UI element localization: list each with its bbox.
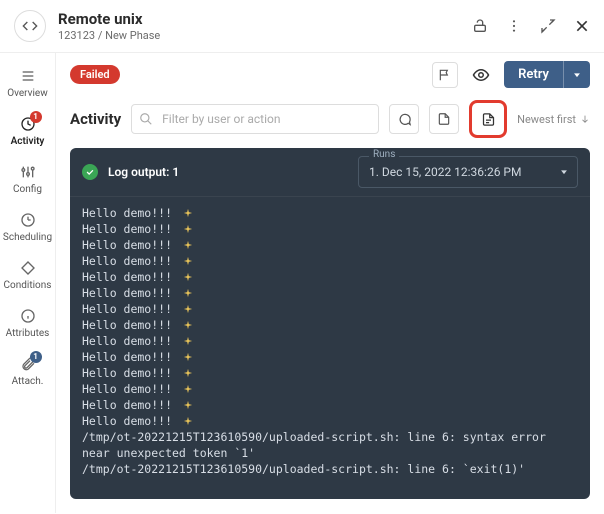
sidebar: Overview 1 Activity Config Scheduling Co…: [0, 53, 56, 513]
sidebar-label-scheduling: Scheduling: [3, 232, 52, 243]
chevron-down-icon: [559, 167, 569, 177]
retry-dropdown-button[interactable]: [563, 61, 590, 88]
sidebar-label-activity: Activity: [11, 136, 45, 147]
log-output-body[interactable]: Hello demo!!! Hello demo!!! Hello demo!!…: [70, 197, 590, 499]
close-icon[interactable]: [574, 18, 590, 34]
more-menu-icon[interactable]: [506, 18, 522, 34]
sort-label: Newest first: [517, 113, 576, 126]
header-bar: Remote unix 123123 / New Phase: [0, 0, 604, 53]
activity-badge: 1: [30, 111, 42, 123]
runs-selected-value: 1. Dec 15, 2022 12:36:26 PM: [369, 165, 521, 179]
config-icon: [19, 163, 37, 181]
sidebar-label-conditions: Conditions: [4, 280, 52, 291]
sidebar-item-overview[interactable]: Overview: [0, 59, 56, 107]
expand-icon[interactable]: [540, 18, 556, 34]
activity-filter-input[interactable]: [131, 104, 379, 134]
attach-badge: 1: [30, 351, 42, 363]
main-panel: Failed Retry Activity: [56, 53, 604, 513]
sidebar-label-overview: Overview: [7, 88, 48, 99]
filter-files-button[interactable]: [429, 104, 459, 134]
arrow-down-icon: [580, 113, 590, 125]
breadcrumb-id: 123123: [58, 29, 95, 42]
header-titles: Remote unix 123123 / New Phase: [58, 10, 460, 42]
log-output-label: Log output: 1: [108, 165, 179, 179]
status-badge-failed: Failed: [70, 65, 120, 84]
sidebar-item-conditions[interactable]: Conditions: [0, 251, 56, 299]
sidebar-label-attach: Attach.: [12, 376, 44, 387]
overview-icon: [19, 67, 37, 85]
task-type-icon: [14, 10, 46, 42]
log-console: Log output: 1 Runs 1. Dec 15, 2022 12:36…: [70, 148, 590, 499]
breadcrumb: 123123 / New Phase: [58, 29, 460, 42]
breadcrumb-phase: New Phase: [105, 29, 160, 42]
lock-icon[interactable]: [472, 18, 488, 34]
attributes-icon: [19, 307, 37, 325]
page-title: Remote unix: [58, 10, 460, 28]
search-icon: [139, 112, 153, 126]
runs-legend: Runs: [369, 149, 399, 160]
sidebar-label-config: Config: [13, 184, 42, 195]
sidebar-item-attach[interactable]: 1 Attach.: [0, 347, 56, 395]
filter-logs-button[interactable]: [469, 100, 507, 138]
sidebar-item-config[interactable]: Config: [0, 155, 56, 203]
runs-dropdown[interactable]: Runs 1. Dec 15, 2022 12:36:26 PM: [358, 156, 578, 188]
sidebar-item-attributes[interactable]: Attributes: [0, 299, 56, 347]
filter-comments-button[interactable]: [389, 104, 419, 134]
conditions-icon: [19, 259, 37, 277]
breadcrumb-sep: /: [95, 29, 105, 42]
retry-button[interactable]: Retry: [504, 61, 563, 88]
sidebar-label-attributes: Attributes: [6, 328, 50, 339]
sidebar-item-scheduling[interactable]: Scheduling: [0, 203, 56, 251]
log-status-icon: [82, 164, 98, 180]
flag-button[interactable]: [432, 62, 458, 88]
watch-button[interactable]: [468, 62, 494, 88]
scheduling-icon: [19, 211, 37, 229]
sort-control[interactable]: Newest first: [517, 113, 590, 126]
activity-heading: Activity: [70, 110, 121, 128]
sidebar-item-activity[interactable]: 1 Activity: [0, 107, 56, 155]
